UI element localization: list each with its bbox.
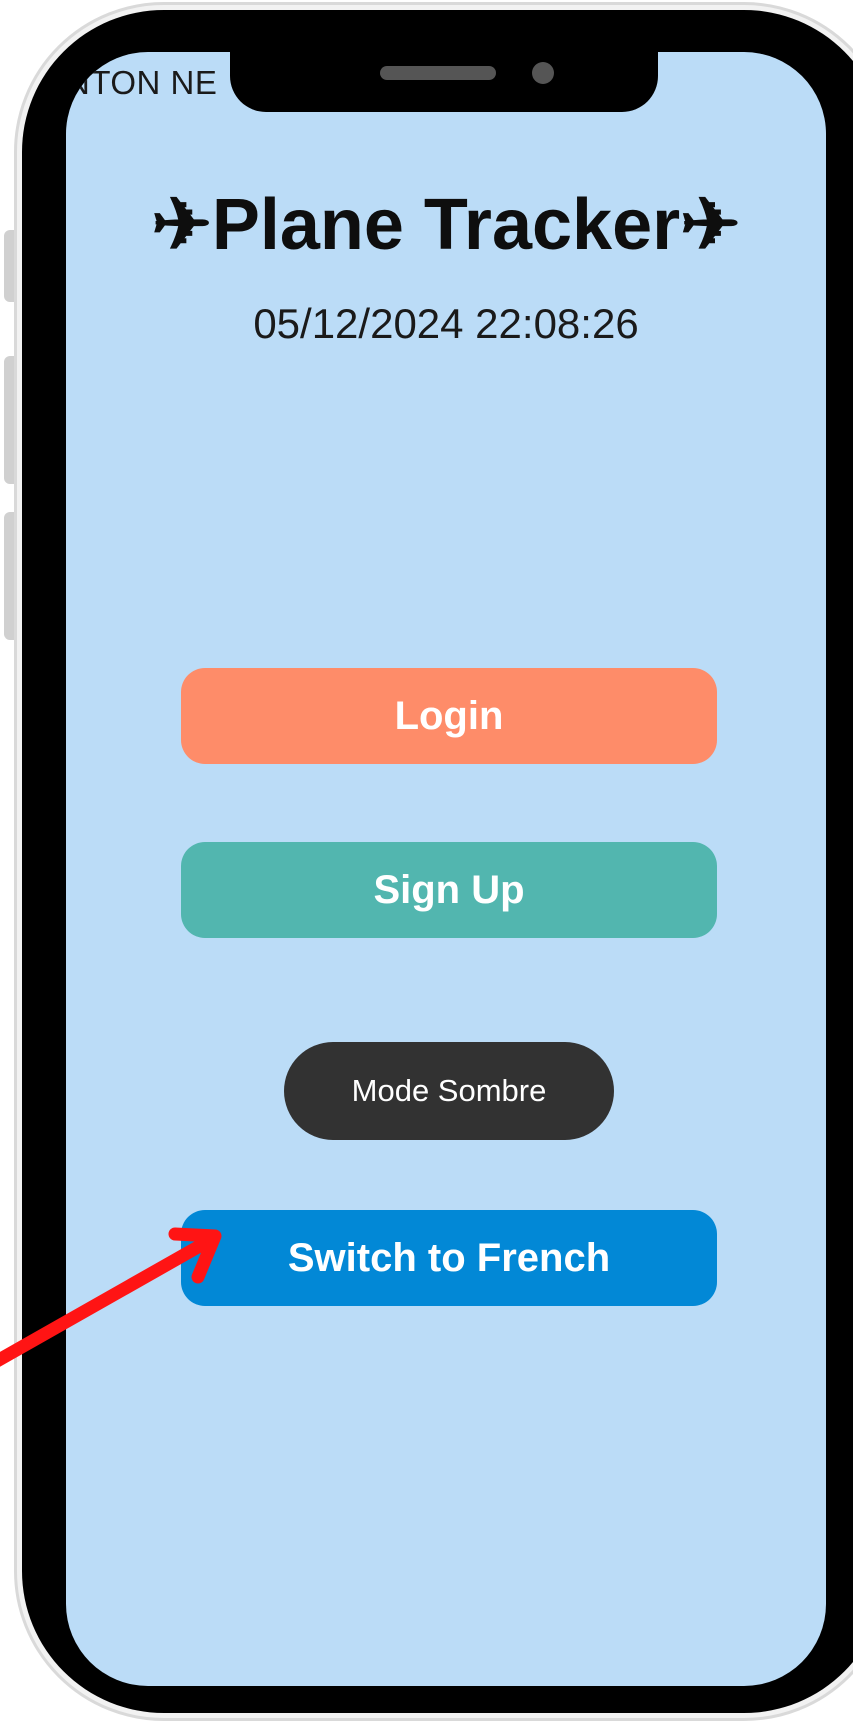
current-datetime: 05/12/2024 22:08:26 xyxy=(253,300,639,347)
app-screen: NTON NE ✈Plane Tracker✈ 05/12/2024 22:08… xyxy=(66,52,826,1686)
speaker-grille xyxy=(380,66,496,80)
status-bar-carrier: NTON NE xyxy=(66,64,218,101)
login-button[interactable]: Login xyxy=(181,668,717,764)
phone-notch xyxy=(230,50,658,112)
front-camera xyxy=(532,62,554,84)
switch-language-button[interactable]: Switch to French xyxy=(181,1210,717,1306)
phone-mockup: NTON NE ✈Plane Tracker✈ 05/12/2024 22:08… xyxy=(0,0,853,1725)
sign-up-button[interactable]: Sign Up xyxy=(181,842,717,938)
app-title: ✈Plane Tracker✈ xyxy=(151,185,741,265)
dark-mode-button[interactable]: Mode Sombre xyxy=(284,1042,614,1140)
